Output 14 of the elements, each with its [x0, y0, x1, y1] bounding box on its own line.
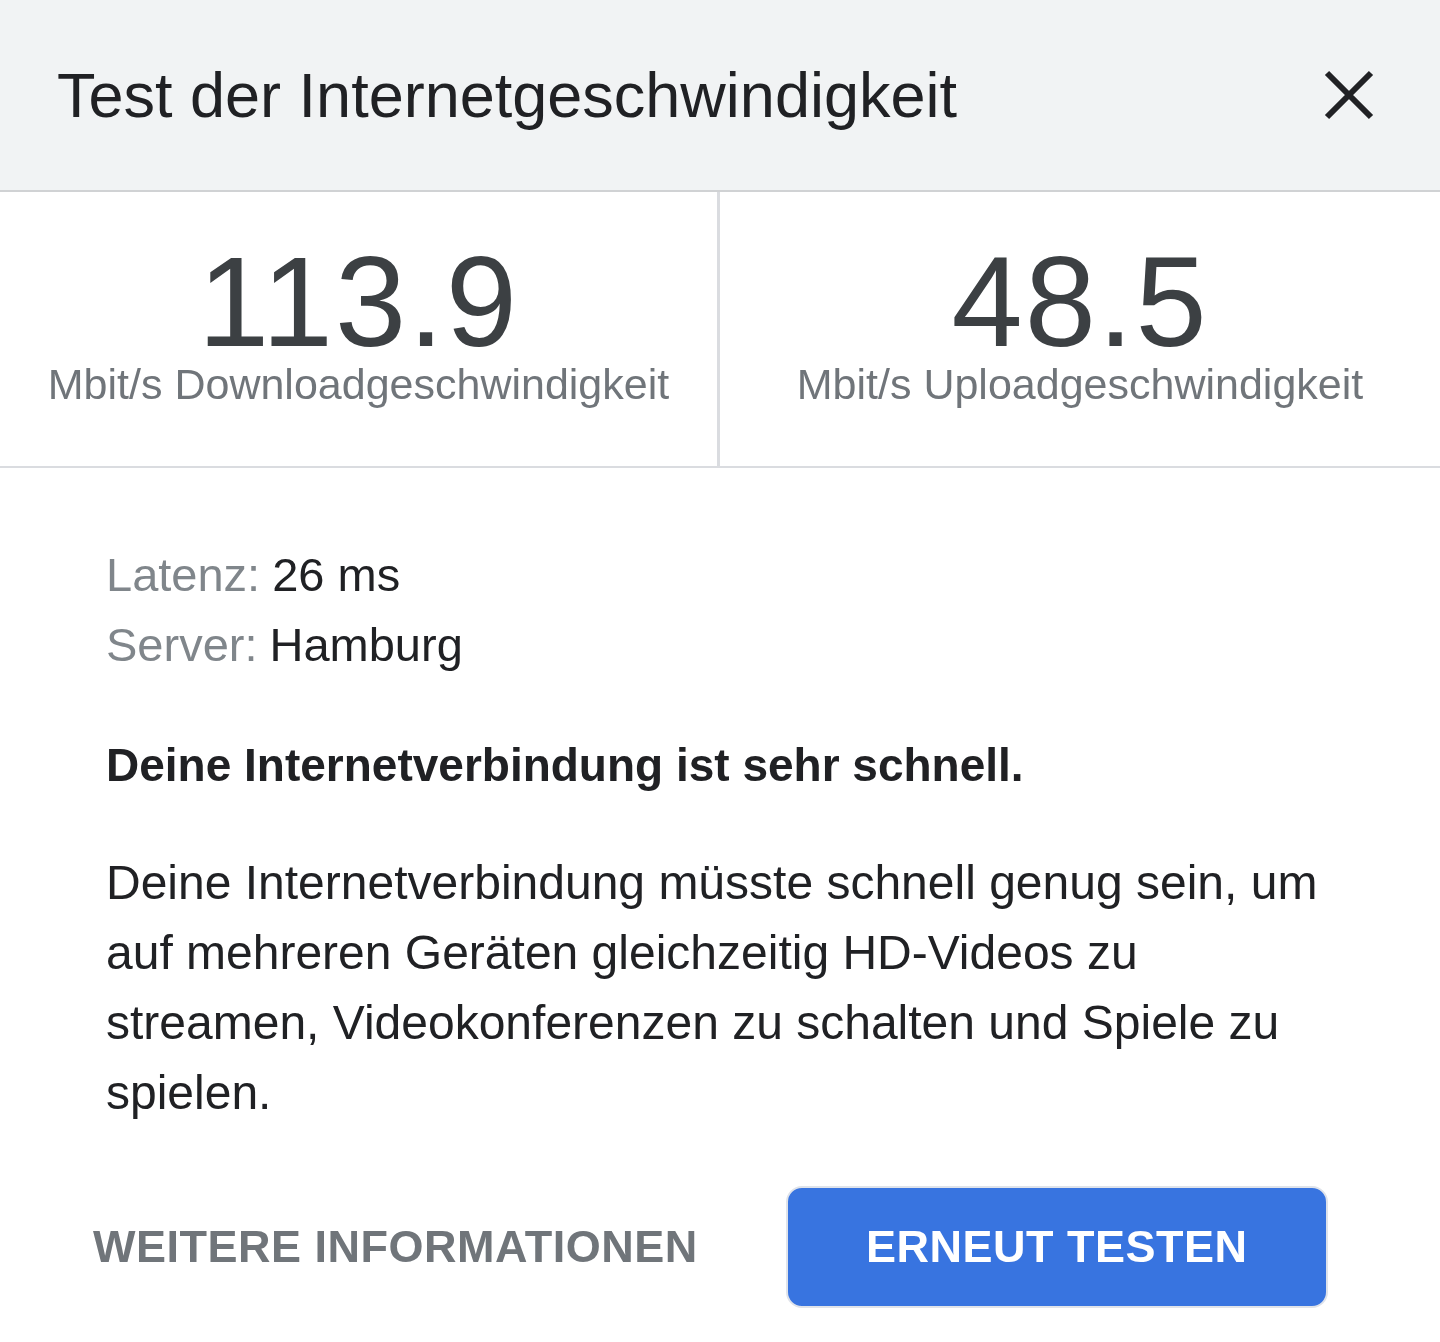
speed-label: Mbit/s Uploadgeschwindigkeit [796, 360, 1364, 408]
detail-value: Hamburg [269, 617, 463, 673]
detail-value: 26 ms [272, 547, 401, 603]
speed-label: Mbit/s Downloadgeschwindigkeit [47, 360, 670, 408]
summary-text: Deine Internetverbindung ist sehr schnell. [106, 738, 1025, 793]
more-info-link[interactable]: WEITERE INFORMATIONEN [93, 1187, 698, 1307]
description-text: Deine Internetverbindung müsste schnell genug sein, um auf mehreren Geräten gleichzeitig HD-Videos zu streamen, Videokonferenzen zu schalten und Spiele zu spielen. [106, 855, 1319, 1121]
detail-label: Latenz: [106, 547, 261, 603]
close-button[interactable] [1324, 70, 1374, 120]
retest-button[interactable]: ERNEUT TESTEN [785, 1186, 1328, 1308]
detail-label: Server: [106, 617, 258, 673]
speed-value: 113.9 [198, 242, 519, 362]
close-icon [1324, 70, 1374, 120]
speed-value: 48.5 [951, 242, 1209, 362]
